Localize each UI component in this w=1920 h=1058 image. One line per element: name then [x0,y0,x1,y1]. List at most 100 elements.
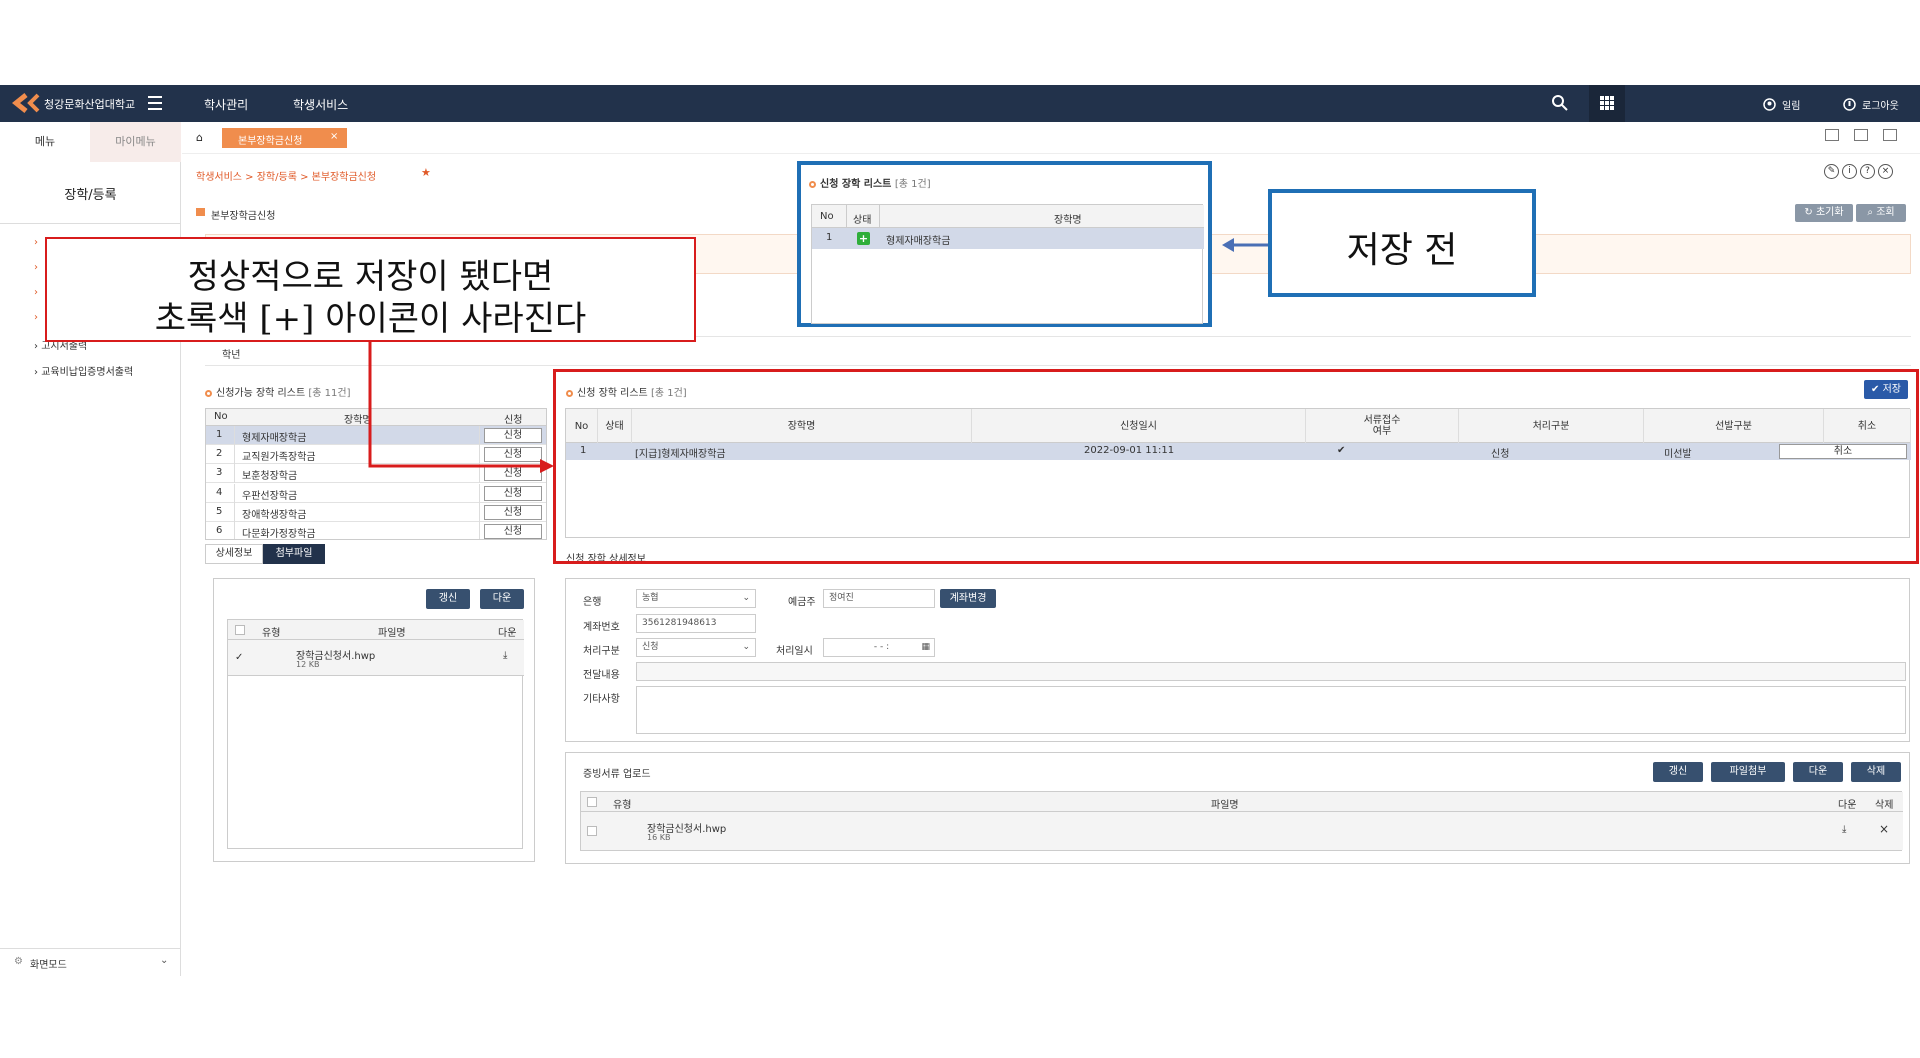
apply-button[interactable]: 신청 [484,504,542,520]
process-date-input[interactable]: - - : ▦ [823,638,935,657]
table-row[interactable]: 6 다문화가정장학금 신청 [206,522,546,540]
close-icon[interactable]: × [330,131,338,142]
home-icon[interactable]: ⌂ [196,131,203,144]
file-size: 16 KB [647,833,671,842]
info-icon[interactable]: i [1842,164,1857,179]
upload-refresh-button[interactable]: 갱신 [1653,762,1703,782]
user-icon [1763,96,1776,111]
nav-menu-student-service[interactable]: 학생서비스 [293,96,348,113]
column-divider [479,502,480,522]
delete-x-icon[interactable]: × [1879,822,1889,836]
checkbox[interactable] [587,826,597,836]
delete-button[interactable]: 삭제 [1851,762,1901,782]
cell-no: 2 [216,448,223,460]
new-window-icon[interactable] [1854,129,1868,141]
edit-icon[interactable]: ✎ [1824,164,1839,179]
user-name: 일림 [1782,101,1801,112]
attachment-table: 유형 파일명 다운 ✓ 장학금신청서.hwp 12 KB ⤓ [227,619,524,849]
table-row[interactable]: 5 장애학생장학금 신청 [206,502,546,522]
upload-download-button[interactable]: 다운 [1793,762,1843,782]
checkbox[interactable] [235,625,245,635]
cell-name: 다문화가정장학금 [242,529,316,540]
column-header-download: 다운 [1838,800,1857,811]
screen-mode-toggle[interactable]: ⚙ 화면모드 ⌄ [0,948,181,976]
table-row[interactable]: ✓ 장학금신청서.hwp 12 KB ⤓ [228,640,524,676]
annotation-note-line2: 초록색 [+] 아이콘이 사라진다 [154,299,587,339]
process-select[interactable]: 신청 ⌄ [636,638,756,657]
window-icon[interactable] [1825,129,1839,141]
bank-select[interactable]: 농협 ⌄ [636,589,756,608]
page-title-icon [196,208,205,216]
table-row[interactable]: 4 우판선장학금 신청 [206,483,546,503]
search-icon[interactable] [1551,94,1569,112]
column-header-type: 유형 [262,628,281,639]
column-header-no: No [820,211,834,222]
tab-scholarship-apply[interactable]: 본부장학금신청 × [222,128,347,148]
tab-mymenu[interactable]: 마이메뉴 [90,122,181,162]
close-circle-icon[interactable]: × [1878,164,1893,179]
column-divider [479,522,480,539]
cell-name: 보훈청장학금 [242,471,298,483]
cell-no: 4 [216,486,223,498]
popup-count: [총 1건] [894,179,931,190]
favorite-star-icon[interactable]: ★ [421,166,431,179]
account-input[interactable]: 3561281948613 [636,614,756,633]
question-icon[interactable]: ? [1860,164,1875,179]
table-row[interactable]: 1 + 형제자매장학금 [812,228,1204,249]
column-header-type: 유형 [613,800,632,811]
apps-grid-icon[interactable] [1589,85,1625,122]
bullet-icon [205,389,212,397]
sidebar-divider [0,223,181,224]
deliver-label: 전달내용 [583,670,620,681]
calendar-icon[interactable]: ▦ [921,639,930,656]
tab-attachment[interactable]: 첨부파일 [263,544,325,564]
column-header-no: No [214,411,228,422]
header-divider [879,205,880,228]
popup-icon[interactable] [1883,129,1897,141]
bank-label: 은행 [583,597,602,608]
cell-no: 1 [216,429,223,440]
screenshot-stage: { "topbar": { "logo_text": "청강문화산업대학교", … [0,0,1920,1058]
search-label: 조회 [1876,207,1895,218]
breadcrumb[interactable]: 학생서비스 > 장학/등록 > 본부장학금신청 [196,168,376,183]
deliver-input[interactable] [636,662,1906,681]
download-icon[interactable]: ⤓ [1842,824,1846,835]
hamburger-menu-icon[interactable] [148,94,164,112]
annotation-blue-arrow [1222,238,1268,252]
logo-icon[interactable] [11,93,42,113]
checkbox[interactable] [587,797,597,807]
download-button[interactable]: 다운 [480,589,524,609]
header-divider [846,205,847,228]
etc-textarea[interactable] [636,686,1906,734]
chevron-down-icon: ⌄ [160,955,169,966]
logout-link[interactable]: 로그아웃 [1862,97,1899,112]
reset-button[interactable]: ↻ 초기화 [1795,204,1853,222]
column-header-name: 장학명 [1054,215,1082,226]
tab-menu[interactable]: 메뉴 [0,122,90,162]
account-value: 3561281948613 [642,618,717,628]
change-account-button[interactable]: 계좌변경 [940,589,996,608]
process-date-value: - - : [873,642,890,652]
nav-menu-academic[interactable]: 학사관리 [204,96,248,113]
column-divider [479,483,480,503]
refresh-button[interactable]: 갱신 [426,589,470,609]
chevron-down-icon: ⌄ [742,642,750,652]
apply-button[interactable]: 신청 [484,524,542,539]
cell-no: 6 [216,525,223,536]
check-icon[interactable]: ✓ [235,652,243,663]
column-header-filename: 파일명 [1211,800,1239,811]
file-attach-button[interactable]: 파일첨부 [1711,762,1785,782]
download-icon[interactable]: ⤓ [503,650,507,661]
search-button[interactable]: ⌕ 조회 [1856,204,1906,222]
sidebar-item-tuition-cert[interactable]: › 교육비납입증명서출력 [34,363,133,378]
chevron-right-icon: › [34,287,38,298]
holder-input[interactable]: 정여진 [823,589,935,608]
apply-button[interactable]: 신청 [484,485,542,501]
column-header-filename: 파일명 [378,628,406,639]
table-row[interactable]: 장학금신청서.hwp 16 KB ⤓ × [581,812,1903,850]
logout-icon[interactable] [1843,96,1856,111]
green-plus-icon: + [857,232,870,245]
logo-text[interactable]: 청강문화산업대학교 [44,96,135,112]
tab-detail-info[interactable]: 상세정보 [205,544,263,564]
bank-value: 농협 [642,593,659,603]
